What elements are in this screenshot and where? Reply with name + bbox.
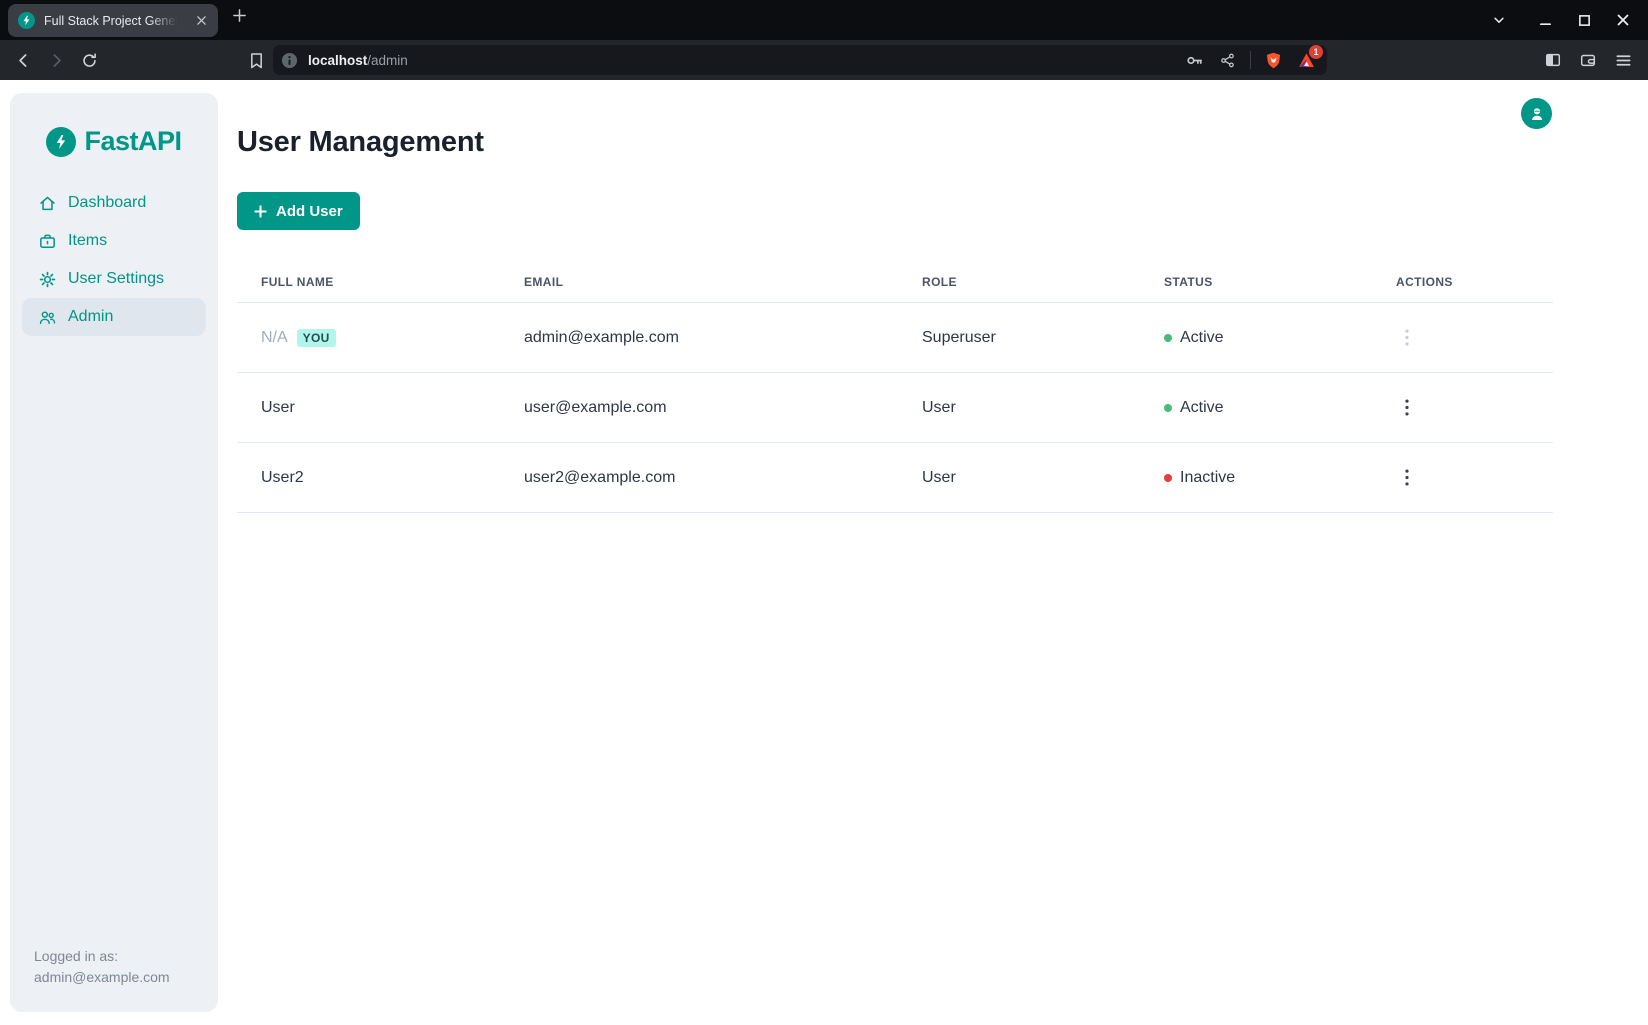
status-dot-active <box>1164 334 1172 342</box>
sidebar-item-label: User Settings <box>68 270 164 288</box>
full-name-value: N/A <box>261 329 288 347</box>
plus-icon <box>254 205 267 218</box>
browser-tab-strip: Full Stack Project Genera <box>0 0 1648 40</box>
sidebar-item-label: Dashboard <box>68 194 146 212</box>
main-content: User Management Add User Full Name Email… <box>237 80 1553 513</box>
sidebar-item-label: Admin <box>68 308 113 326</box>
column-header-full-name: Full Name <box>237 259 500 302</box>
add-user-label: Add User <box>276 203 343 220</box>
url-path: /admin <box>367 53 408 68</box>
reload-icon[interactable] <box>76 47 102 73</box>
gear-icon <box>38 270 57 289</box>
logged-in-email: admin@example.com <box>34 967 170 988</box>
cell-role: User <box>898 443 1140 512</box>
sidebar-item-items[interactable]: Items <box>10 222 218 260</box>
new-tab-icon[interactable] <box>232 8 247 23</box>
logo-text: FastAPI <box>84 126 181 157</box>
status-value: Inactive <box>1180 469 1235 487</box>
url-bar[interactable]: localhost/admin 1 <box>273 45 1327 75</box>
cell-actions <box>1372 373 1553 442</box>
cell-actions <box>1372 443 1553 512</box>
cell-role: Superuser <box>898 303 1140 372</box>
wallet-icon[interactable] <box>1575 47 1601 73</box>
sidebar: FastAPI Dashboard Items User Settings <box>10 93 218 1012</box>
window-close-icon[interactable] <box>1612 9 1634 31</box>
row-actions-menu-icon[interactable] <box>1396 465 1418 491</box>
sidebar-item-dashboard[interactable]: Dashboard <box>10 184 218 222</box>
maximize-icon[interactable] <box>1573 9 1595 31</box>
fastapi-logo: FastAPI <box>10 126 218 157</box>
column-header-role: Role <box>898 259 1140 302</box>
cell-full-name: N/A YOU <box>237 303 500 372</box>
user-avatar-icon <box>1528 105 1546 123</box>
tab-title: Full Stack Project Genera <box>44 14 183 28</box>
row-actions-menu-icon[interactable] <box>1396 395 1418 421</box>
cell-email: admin@example.com <box>500 303 898 372</box>
fastapi-bolt-icon <box>46 127 76 157</box>
cell-full-name: User <box>237 373 500 442</box>
url-text: localhost/admin <box>308 53 408 68</box>
users-icon <box>38 308 57 327</box>
cell-status: Active <box>1140 373 1372 442</box>
status-dot-active <box>1164 404 1172 412</box>
share-icon[interactable] <box>1216 49 1238 71</box>
cell-email: user2@example.com <box>500 443 898 512</box>
tab-close-icon[interactable] <box>192 12 210 30</box>
toolbar-right-icons <box>1531 40 1636 80</box>
bookmark-icon[interactable] <box>243 47 269 73</box>
page-title: User Management <box>237 126 1553 159</box>
sidebar-nav: Dashboard Items User Settings Admin <box>10 184 218 336</box>
fastapi-favicon-icon <box>18 12 35 29</box>
menu-icon[interactable] <box>1610 47 1636 73</box>
you-badge: YOU <box>297 329 336 347</box>
logged-in-info: Logged in as: admin@example.com <box>34 946 170 988</box>
key-icon[interactable] <box>1183 49 1205 71</box>
rewards-badge: 1 <box>1309 45 1323 59</box>
user-table: Full Name Email Role Status Actions N/A … <box>237 259 1553 513</box>
brave-shield-icon[interactable] <box>1262 49 1284 71</box>
table-row: User2 user2@example.com User Inactive <box>237 443 1553 513</box>
toolbar-divider <box>1250 51 1251 69</box>
status-value: Active <box>1180 329 1224 347</box>
column-header-email: Email <box>500 259 898 302</box>
table-row: N/A YOU admin@example.com Superuser Acti… <box>237 303 1553 373</box>
sidebar-panel-icon[interactable] <box>1540 47 1566 73</box>
briefcase-icon <box>38 232 57 251</box>
tab-search-icon[interactable] <box>1488 9 1510 31</box>
url-host: localhost <box>308 53 367 68</box>
status-dot-inactive <box>1164 474 1172 482</box>
column-header-status: Status <box>1140 259 1372 302</box>
browser-toolbar: localhost/admin 1 <box>0 40 1648 80</box>
back-icon[interactable] <box>10 47 36 73</box>
cell-actions <box>1372 303 1553 372</box>
status-value: Active <box>1180 399 1224 417</box>
sidebar-item-admin[interactable]: Admin <box>22 298 206 336</box>
logged-in-label: Logged in as: <box>34 946 170 967</box>
sidebar-item-user-settings[interactable]: User Settings <box>10 260 218 298</box>
forward-icon <box>43 47 69 73</box>
sidebar-item-label: Items <box>68 232 107 250</box>
brave-rewards-icon[interactable]: 1 <box>1295 49 1317 71</box>
minimize-icon[interactable] <box>1534 9 1556 31</box>
row-actions-menu-icon <box>1396 325 1418 351</box>
table-header-row: Full Name Email Role Status Actions <box>237 259 1553 303</box>
column-header-actions: Actions <box>1372 259 1553 302</box>
add-user-button[interactable]: Add User <box>237 192 360 230</box>
table-row: User user@example.com User Active <box>237 373 1553 443</box>
cell-full-name: User2 <box>237 443 500 512</box>
cell-status: Active <box>1140 303 1372 372</box>
browser-tab[interactable]: Full Stack Project Genera <box>8 4 218 37</box>
cell-status: Inactive <box>1140 443 1372 512</box>
app-page: FastAPI Dashboard Items User Settings <box>0 80 1648 1025</box>
cell-role: User <box>898 373 1140 442</box>
home-icon <box>38 194 57 213</box>
user-menu-button[interactable] <box>1521 98 1552 129</box>
window-controls <box>1488 0 1634 40</box>
cell-email: user@example.com <box>500 373 898 442</box>
site-info-icon[interactable] <box>281 52 298 69</box>
